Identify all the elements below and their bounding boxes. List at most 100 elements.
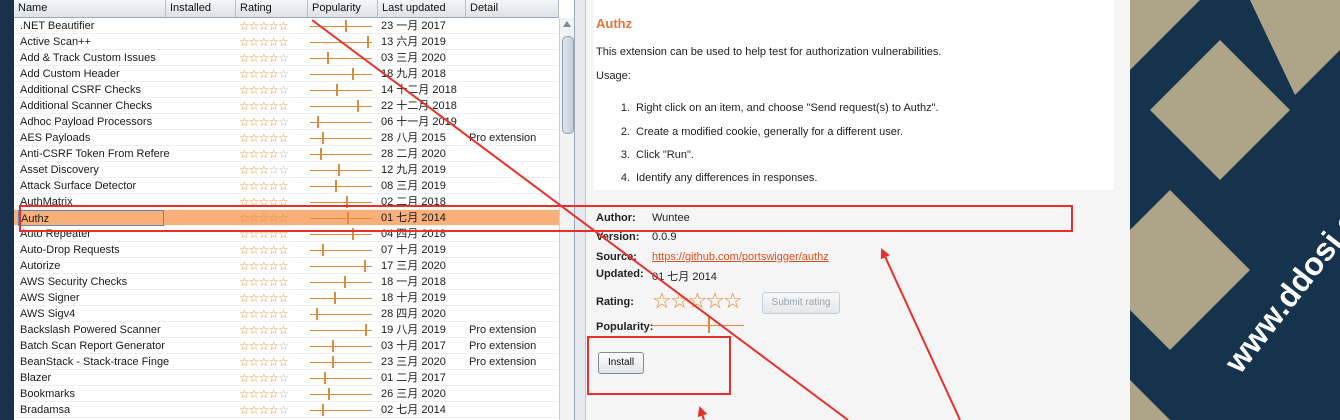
row-rating-stars-icon: ☆☆☆☆☆ — [239, 211, 289, 225]
submit-rating-button[interactable]: Submit rating — [762, 292, 840, 314]
row-name: Additional Scanner Checks — [20, 100, 153, 112]
table-row[interactable]: Adhoc Payload Processors ☆☆☆☆☆ 06 十一月 2019 — [14, 114, 559, 130]
table-row[interactable]: Authz ☆☆☆☆☆ 01 七月 2014 — [14, 210, 559, 226]
row-popularity-bar — [310, 242, 374, 258]
table-row[interactable]: Active Scan++ ☆☆☆☆☆ 13 六月 2019 — [14, 34, 559, 50]
install-button[interactable]: Install — [598, 352, 644, 374]
row-detail — [469, 18, 559, 34]
table-row[interactable]: .NET Beautifier ☆☆☆☆☆ 23 一月 2017 — [14, 18, 559, 34]
header-detail[interactable]: Detail — [466, 0, 559, 17]
row-detail — [469, 146, 559, 162]
version-label: Version: — [596, 231, 640, 243]
usage-step: 3. Click "Run". — [620, 149, 694, 161]
rating-label: Rating: — [596, 296, 634, 308]
row-name: Active Scan++ — [20, 36, 91, 48]
header-popularity[interactable]: Popularity — [308, 0, 378, 17]
row-last-updated: 07 十月 2019 — [381, 244, 446, 256]
row-rating-stars-icon: ☆☆☆☆☆ — [239, 403, 289, 417]
row-detail — [469, 162, 559, 178]
table-row[interactable]: AWS Signer ☆☆☆☆☆ 18 十月 2019 — [14, 290, 559, 306]
table-row[interactable]: Autorize ☆☆☆☆☆ 17 三月 2020 — [14, 258, 559, 274]
header-installed[interactable]: Installed — [166, 0, 236, 17]
row-popularity-bar — [310, 34, 374, 50]
row-popularity-bar — [310, 50, 374, 66]
row-popularity-bar — [310, 162, 374, 178]
row-popularity-bar — [310, 258, 374, 274]
header-last-updated[interactable]: Last updated — [378, 0, 466, 17]
source-link[interactable]: https://github.com/portswigger/authz — [652, 251, 829, 263]
row-detail — [469, 258, 559, 274]
row-popularity-bar — [310, 226, 374, 242]
row-popularity-bar — [310, 386, 374, 402]
scroll-up-icon[interactable] — [563, 21, 571, 27]
row-name: Additional CSRF Checks — [20, 84, 142, 96]
updated-value: 01 七月 2014 — [652, 271, 717, 283]
row-last-updated: 18 十月 2019 — [381, 292, 446, 304]
row-last-updated: 14 十二月 2018 — [381, 84, 457, 96]
table-row[interactable]: Batch Scan Report Generator ☆☆☆☆☆ 03 十月 20… — [14, 338, 559, 354]
table-row[interactable]: Add & Track Custom Issues ☆☆☆☆☆ 03 三月 2020 — [14, 50, 559, 66]
row-detail — [469, 274, 559, 290]
row-detail: Pro extension — [469, 324, 537, 336]
row-detail — [469, 402, 559, 418]
table-row[interactable]: Auto Repeater ☆☆☆☆☆ 04 四月 2018 — [14, 226, 559, 242]
updated-label: Updated: — [596, 268, 644, 280]
row-name: Blazer — [20, 372, 52, 384]
header-name[interactable]: Name — [14, 0, 166, 17]
row-last-updated: 13 六月 2019 — [381, 36, 446, 48]
table-row[interactable]: AWS Security Checks ☆☆☆☆☆ 18 一月 2018 — [14, 274, 559, 290]
row-popularity-bar — [310, 210, 374, 226]
row-popularity-bar — [310, 146, 374, 162]
table-row[interactable]: Auto-Drop Requests ☆☆☆☆☆ 07 十月 2019 — [14, 242, 559, 258]
table-row[interactable]: AES Payloads ☆☆☆☆☆ 28 八月 2015 Pro extension — [14, 130, 559, 146]
table-row[interactable]: BeanStack - Stack-trace Finge... ☆☆☆☆☆ 23 … — [14, 354, 559, 370]
rating-stars-icon[interactable]: ☆☆☆☆☆ — [652, 290, 743, 312]
usage-label: Usage: — [596, 70, 631, 82]
table-row[interactable]: Bookmarks ☆☆☆☆☆ 26 三月 2020 — [14, 386, 559, 402]
row-rating-stars-icon: ☆☆☆☆☆ — [239, 307, 289, 321]
row-popularity-bar — [310, 322, 374, 338]
usage-step: 1. Right click on an item, and choose "Se… — [620, 102, 939, 114]
scroll-thumb[interactable] — [562, 36, 574, 134]
row-rating-stars-icon: ☆☆☆☆☆ — [239, 339, 289, 353]
header-rating[interactable]: Rating — [236, 0, 308, 17]
table-row[interactable]: AWS Sigv4 ☆☆☆☆☆ 28 四月 2020 — [14, 306, 559, 322]
row-last-updated: 03 十月 2017 — [381, 340, 446, 352]
row-last-updated: 18 九月 2018 — [381, 68, 446, 80]
row-last-updated: 17 三月 2020 — [381, 260, 446, 272]
table-header: Name Installed Rating Popularity Last up… — [14, 0, 559, 18]
description-box — [594, 0, 1114, 190]
row-detail: Pro extension — [469, 356, 537, 368]
table-row[interactable]: Anti-CSRF Token From Referer ☆☆☆☆☆ 28 二月 2… — [14, 146, 559, 162]
row-detail — [469, 370, 559, 386]
row-detail: Pro extension — [469, 132, 537, 144]
row-name: Autorize — [20, 260, 61, 272]
popularity-marker — [708, 317, 710, 333]
split-pane-divider[interactable] — [575, 0, 586, 420]
table-row[interactable]: Additional Scanner Checks ☆☆☆☆☆ 22 十二月 201… — [14, 98, 559, 114]
table-row[interactable]: Bradamsa ☆☆☆☆☆ 02 七月 2014 — [14, 402, 559, 418]
usage-step: 2. Create a modified cookie, generally fo… — [620, 126, 904, 138]
extension-table: Name Installed Rating Popularity Last up… — [14, 0, 575, 420]
row-detail — [469, 82, 559, 98]
row-detail — [469, 114, 559, 130]
table-row[interactable]: Blazer ☆☆☆☆☆ 01 二月 2017 — [14, 370, 559, 386]
table-row[interactable]: Backslash Powered Scanner ☆☆☆☆☆ 19 八月 2019… — [14, 322, 559, 338]
row-rating-stars-icon: ☆☆☆☆☆ — [239, 275, 289, 289]
row-detail — [469, 98, 559, 114]
table-scrollbar[interactable] — [559, 18, 574, 420]
row-rating-stars-icon: ☆☆☆☆☆ — [239, 179, 289, 193]
row-name: Adhoc Payload Processors — [20, 116, 153, 128]
row-detail — [469, 210, 559, 226]
table-row[interactable]: AuthMatrix ☆☆☆☆☆ 02 二月 2018 — [14, 194, 559, 210]
table-row[interactable]: Additional CSRF Checks ☆☆☆☆☆ 14 十二月 2018 — [14, 82, 559, 98]
row-popularity-bar — [310, 306, 374, 322]
table-row[interactable]: Asset Discovery ☆☆☆☆☆ 12 九月 2019 — [14, 162, 559, 178]
row-name: Backslash Powered Scanner — [20, 324, 161, 336]
row-rating-stars-icon: ☆☆☆☆☆ — [239, 147, 289, 161]
row-last-updated: 02 七月 2014 — [381, 404, 446, 416]
table-row[interactable]: Attack Surface Detector ☆☆☆☆☆ 08 三月 2019 — [14, 178, 559, 194]
row-detail — [469, 386, 559, 402]
table-row[interactable]: Add Custom Header ☆☆☆☆☆ 18 九月 2018 — [14, 66, 559, 82]
row-rating-stars-icon: ☆☆☆☆☆ — [239, 35, 289, 49]
